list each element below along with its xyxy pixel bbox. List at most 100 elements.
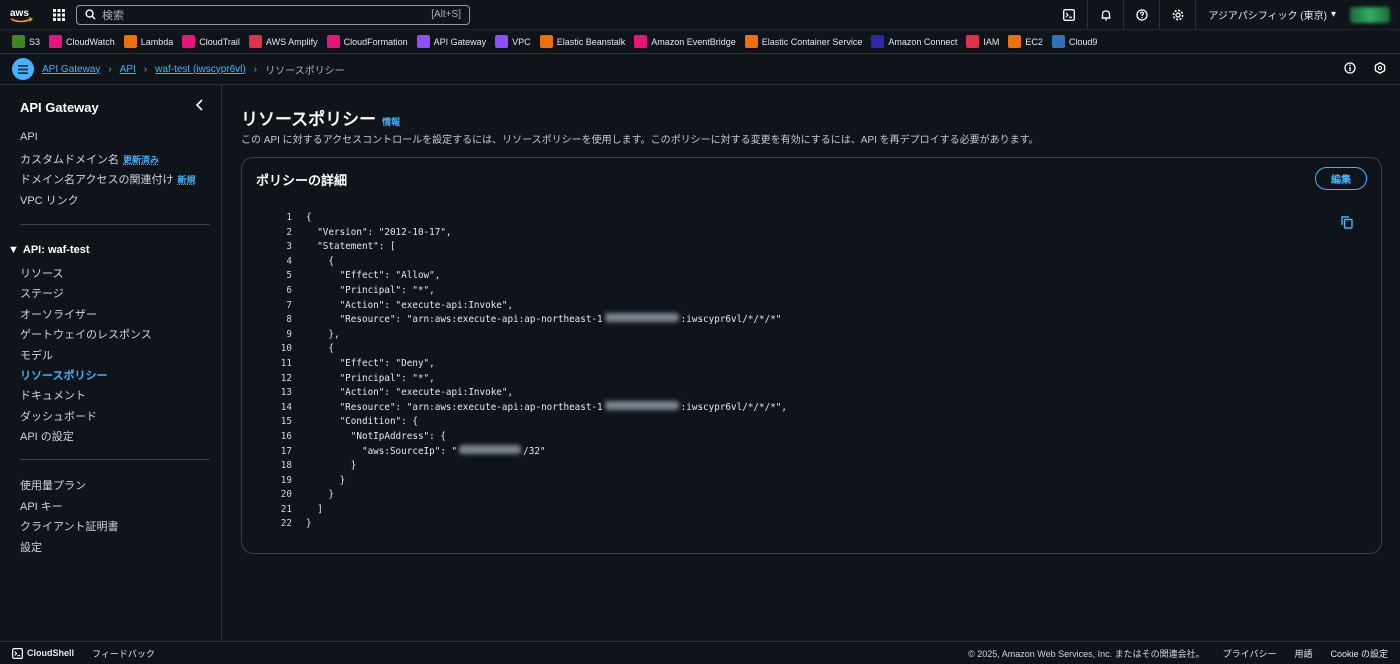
page-description: この API に対するアクセスコントロールを設定するには、リソースポリシーを使用…	[241, 135, 1039, 146]
service-icon	[495, 35, 509, 48]
sidebar-item-custom-domain[interactable]: カスタムドメイン名 更新済み	[20, 151, 159, 167]
line-number: 3	[286, 241, 292, 253]
divider	[20, 459, 210, 460]
favorite-elastic-container-service[interactable]: Elastic Container Service	[744, 35, 862, 48]
service-icon	[966, 35, 980, 48]
sidebar-item-7[interactable]: ダッシュボード	[20, 408, 97, 424]
line-number: 5	[286, 270, 292, 282]
sidebar-bottom-item-3[interactable]: 設定	[20, 539, 42, 555]
code-line: 18 }	[272, 459, 787, 474]
settings-icon[interactable]	[1159, 0, 1195, 30]
sidebar-item-2[interactable]: オーソライザー	[20, 306, 97, 322]
edit-button[interactable]: 編集	[1315, 167, 1367, 190]
search-shortcut: [Alt+S]	[431, 9, 461, 20]
divider	[20, 224, 210, 225]
favorite-iam[interactable]: IAM	[966, 35, 999, 48]
favorite-s3[interactable]: S3	[12, 35, 40, 48]
sidebar-item-domain-access[interactable]: ドメイン名アクセスの関連付け 新規	[20, 171, 195, 187]
sidebar-section-api[interactable]: ▼ API: waf-test	[8, 244, 90, 256]
new-badge: 新規	[177, 175, 196, 185]
sidebar-item-api[interactable]: API	[20, 131, 38, 143]
region-selector[interactable]: アジアパシフィック (東京) ▾	[1195, 0, 1348, 30]
favorite-label: VPC	[512, 36, 531, 47]
line-number: 9	[286, 328, 292, 340]
code-line: 14 "Resource": "arn:aws:execute-api:ap-n…	[272, 400, 787, 416]
code-text: "Effect": "Deny",	[306, 357, 435, 369]
feedback-link[interactable]: フィードバック	[92, 647, 155, 660]
service-icon	[326, 35, 340, 48]
line-number: 22	[280, 518, 292, 530]
code-line: 1{	[272, 211, 787, 226]
favorite-aws-amplify[interactable]: AWS Amplify	[248, 35, 318, 48]
cloudshell-icon[interactable]	[1051, 0, 1087, 30]
favorite-cloudwatch[interactable]: CloudWatch	[49, 35, 115, 48]
sidebar-bottom-item-1[interactable]: API キー	[20, 498, 63, 514]
code-line: 22}	[272, 517, 787, 532]
favorite-lambda[interactable]: Lambda	[123, 35, 174, 48]
code-line: 16 "NotIpAddress": {	[272, 430, 787, 445]
code-text-after: :iwscypr6vl/*/*/*"	[680, 314, 782, 326]
favorite-label: Lambda	[140, 36, 174, 47]
sidebar-item-vpc-link[interactable]: VPC リンク	[20, 192, 79, 208]
code-text: ]	[306, 503, 323, 515]
page-title: リソースポリシー 情報	[241, 110, 401, 129]
favorite-label: CloudTrail	[199, 36, 240, 47]
bell-icon[interactable]	[1087, 0, 1123, 30]
favorite-amazon-eventbridge[interactable]: Amazon EventBridge	[634, 35, 736, 48]
terms-link[interactable]: 用語	[1294, 647, 1312, 660]
chevron-left-icon[interactable]	[195, 99, 205, 114]
sidebar-item-8[interactable]: API の設定	[20, 428, 74, 444]
line-number: 20	[280, 489, 292, 501]
favorite-label: EC2	[1025, 36, 1043, 47]
favorite-cloud9[interactable]: Cloud9	[1051, 35, 1097, 48]
sidebar-item-1[interactable]: ステージ	[20, 285, 64, 301]
favorite-amazon-connect[interactable]: Amazon Connect	[871, 35, 957, 48]
services-menu-icon[interactable]	[48, 4, 70, 26]
code-text: "Action": "execute-api:Invoke",	[306, 387, 514, 399]
favorite-cloudtrail[interactable]: CloudTrail	[182, 35, 240, 48]
sidebar-bottom-item-0[interactable]: 使用量プラン	[20, 477, 86, 493]
line-number: 13	[280, 387, 292, 399]
service-icon	[12, 35, 25, 48]
service-icon	[123, 35, 137, 48]
privacy-link[interactable]: プライバシー	[1223, 647, 1277, 660]
info-icon[interactable]	[1344, 61, 1356, 77]
aws-logo[interactable]: aws	[0, 0, 44, 30]
favorite-cloudformation[interactable]: CloudFormation	[326, 35, 408, 48]
line-number: 11	[280, 357, 292, 369]
info-link[interactable]: 情報	[382, 115, 400, 128]
service-icon	[634, 35, 648, 48]
copyright-text: © 2025, Amazon Web Services, Inc. またはその関…	[968, 648, 1205, 659]
code-text: "aws:SourceIp": "	[306, 445, 458, 457]
breadcrumb-api-gateway[interactable]: API Gateway	[42, 64, 100, 75]
search-input[interactable]: 検索 [Alt+S]	[76, 4, 470, 25]
breadcrumb-api[interactable]: API	[120, 64, 136, 75]
cloudshell-button[interactable]: CloudShell	[12, 647, 74, 659]
service-icon	[1008, 35, 1022, 48]
hamburger-menu-icon[interactable]	[12, 58, 34, 80]
favorite-vpc[interactable]: VPC	[495, 35, 531, 48]
account-menu[interactable]	[1350, 6, 1390, 23]
breadcrumb-waf-test[interactable]: waf-test (iwscypr6vl)	[155, 64, 246, 75]
sidebar: API Gateway API カスタムドメイン名 更新済み ドメイン名アクセスの…	[0, 85, 222, 641]
sidebar-item-5[interactable]: リソースポリシー	[20, 367, 107, 383]
favorite-api-gateway[interactable]: API Gateway	[416, 35, 486, 48]
sidebar-item-4[interactable]: モデル	[20, 347, 53, 363]
svg-text:aws: aws	[10, 8, 29, 19]
code-text: {	[306, 212, 312, 223]
favorite-elastic-beanstalk[interactable]: Elastic Beanstalk	[539, 35, 625, 48]
cookie-settings-link[interactable]: Cookie の設定	[1330, 647, 1388, 660]
help-icon[interactable]	[1123, 0, 1159, 30]
copy-icon[interactable]	[1341, 216, 1353, 232]
notifications-panel-icon[interactable]	[1374, 61, 1386, 77]
favorite-ec2[interactable]: EC2	[1008, 35, 1043, 48]
code-line: 20 }	[272, 488, 787, 503]
code-text: "Statement": [	[306, 241, 396, 253]
line-number: 19	[280, 474, 292, 486]
sidebar-item-3[interactable]: ゲートウェイのレスポンス	[20, 326, 152, 342]
sidebar-bottom-item-2[interactable]: クライアント証明書	[20, 518, 119, 534]
sidebar-item-0[interactable]: リソース	[20, 265, 63, 281]
code-line: 2 "Version": "2012-10-17",	[272, 226, 787, 241]
code-text: {	[306, 255, 334, 267]
sidebar-item-6[interactable]: ドキュメント	[20, 387, 86, 403]
